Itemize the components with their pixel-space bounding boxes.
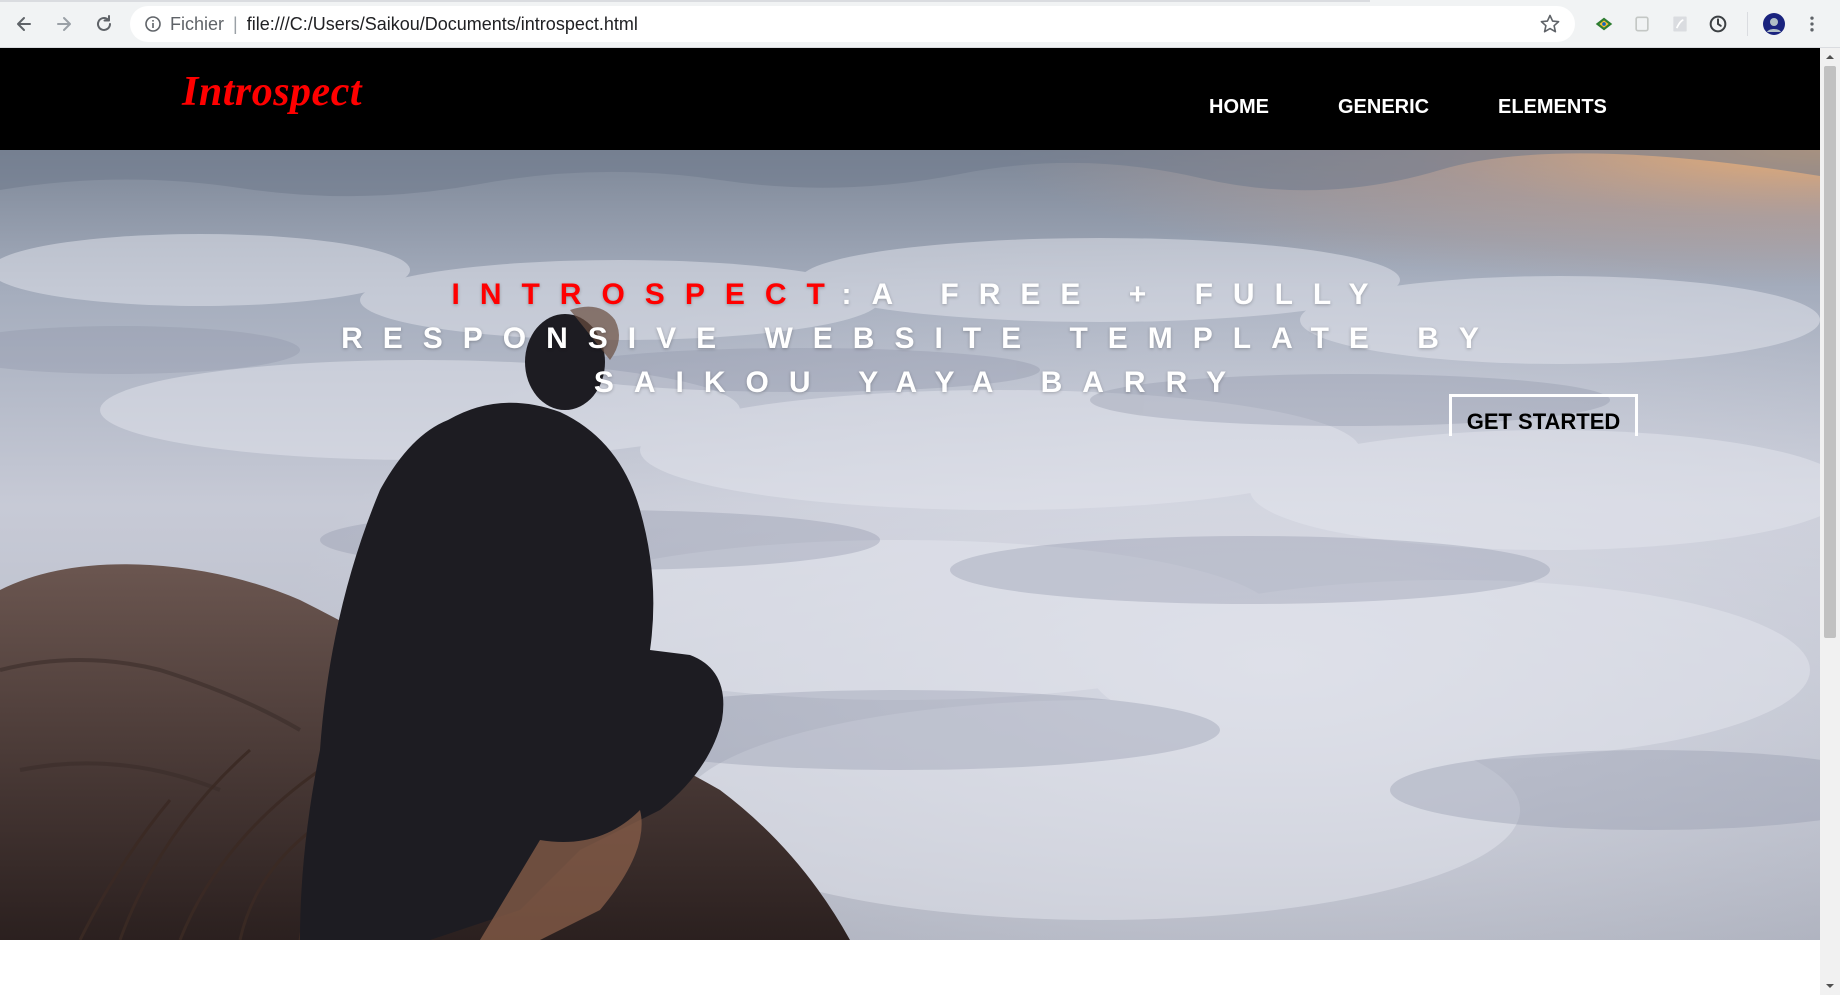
url-scheme-label: Fichier [170, 13, 225, 34]
info-icon[interactable] [144, 15, 162, 33]
nav-item-generic[interactable]: GENERIC [1338, 96, 1429, 119]
site-logo[interactable]: Introspect [182, 68, 362, 116]
scroll-down-icon[interactable] [1825, 981, 1835, 991]
hero-background-image [0, 150, 1820, 940]
hero-title: INTROSPECT:A FREE + FULLY RESPONSIVE WEB… [340, 273, 1500, 405]
extension-icon [1595, 17, 1613, 31]
url-text[interactable]: file:///C:/Users/Saikou/Documents/intros… [247, 14, 638, 35]
profile-button[interactable] [1762, 12, 1786, 36]
url-separator: | [233, 13, 238, 34]
extension-button-1[interactable] [1592, 12, 1616, 36]
star-icon[interactable] [1539, 13, 1561, 35]
reload-button[interactable] [88, 8, 120, 40]
site-header: Introspect HOME GENERIC ELEMENTS [0, 48, 1820, 150]
back-button[interactable] [8, 8, 40, 40]
page-scrollbar[interactable] [1820, 48, 1840, 995]
pdf-extension-icon [1673, 16, 1687, 32]
toolbar-separator [1747, 12, 1748, 36]
forward-arrow-icon [57, 17, 71, 31]
scroll-up-icon[interactable] [1825, 52, 1835, 62]
tab-strip-edge [0, 0, 1370, 2]
extension-button-2[interactable] [1630, 12, 1654, 36]
get-started-button[interactable]: GET STARTED [1449, 394, 1638, 436]
hero-banner: INTROSPECT:A FREE + FULLY RESPONSIVE WEB… [0, 150, 1820, 940]
extension-icon [1635, 16, 1649, 32]
extension-button-4[interactable] [1706, 12, 1730, 36]
address-bar[interactable]: Fichier | file:///C:/Users/Saikou/Docume… [130, 6, 1575, 42]
forward-button[interactable] [48, 8, 80, 40]
menu-icon [1810, 16, 1814, 32]
browser-toolbar: Fichier | file:///C:/Users/Saikou/Docume… [0, 0, 1840, 48]
history-extension-icon [1709, 15, 1727, 33]
avatar-icon [1763, 13, 1785, 35]
browser-menu-button[interactable] [1800, 12, 1824, 36]
extension-button-3[interactable] [1668, 12, 1692, 36]
scrollbar-thumb[interactable] [1824, 66, 1836, 638]
back-arrow-icon [17, 17, 31, 31]
nav-item-home[interactable]: HOME [1209, 96, 1269, 119]
nav-item-elements[interactable]: ELEMENTS [1498, 96, 1607, 119]
reload-icon [97, 15, 111, 31]
page-viewport: Introspect HOME GENERIC ELEMENTS INTROSP… [0, 48, 1820, 995]
hero-brand: INTROSPECT [451, 278, 842, 312]
